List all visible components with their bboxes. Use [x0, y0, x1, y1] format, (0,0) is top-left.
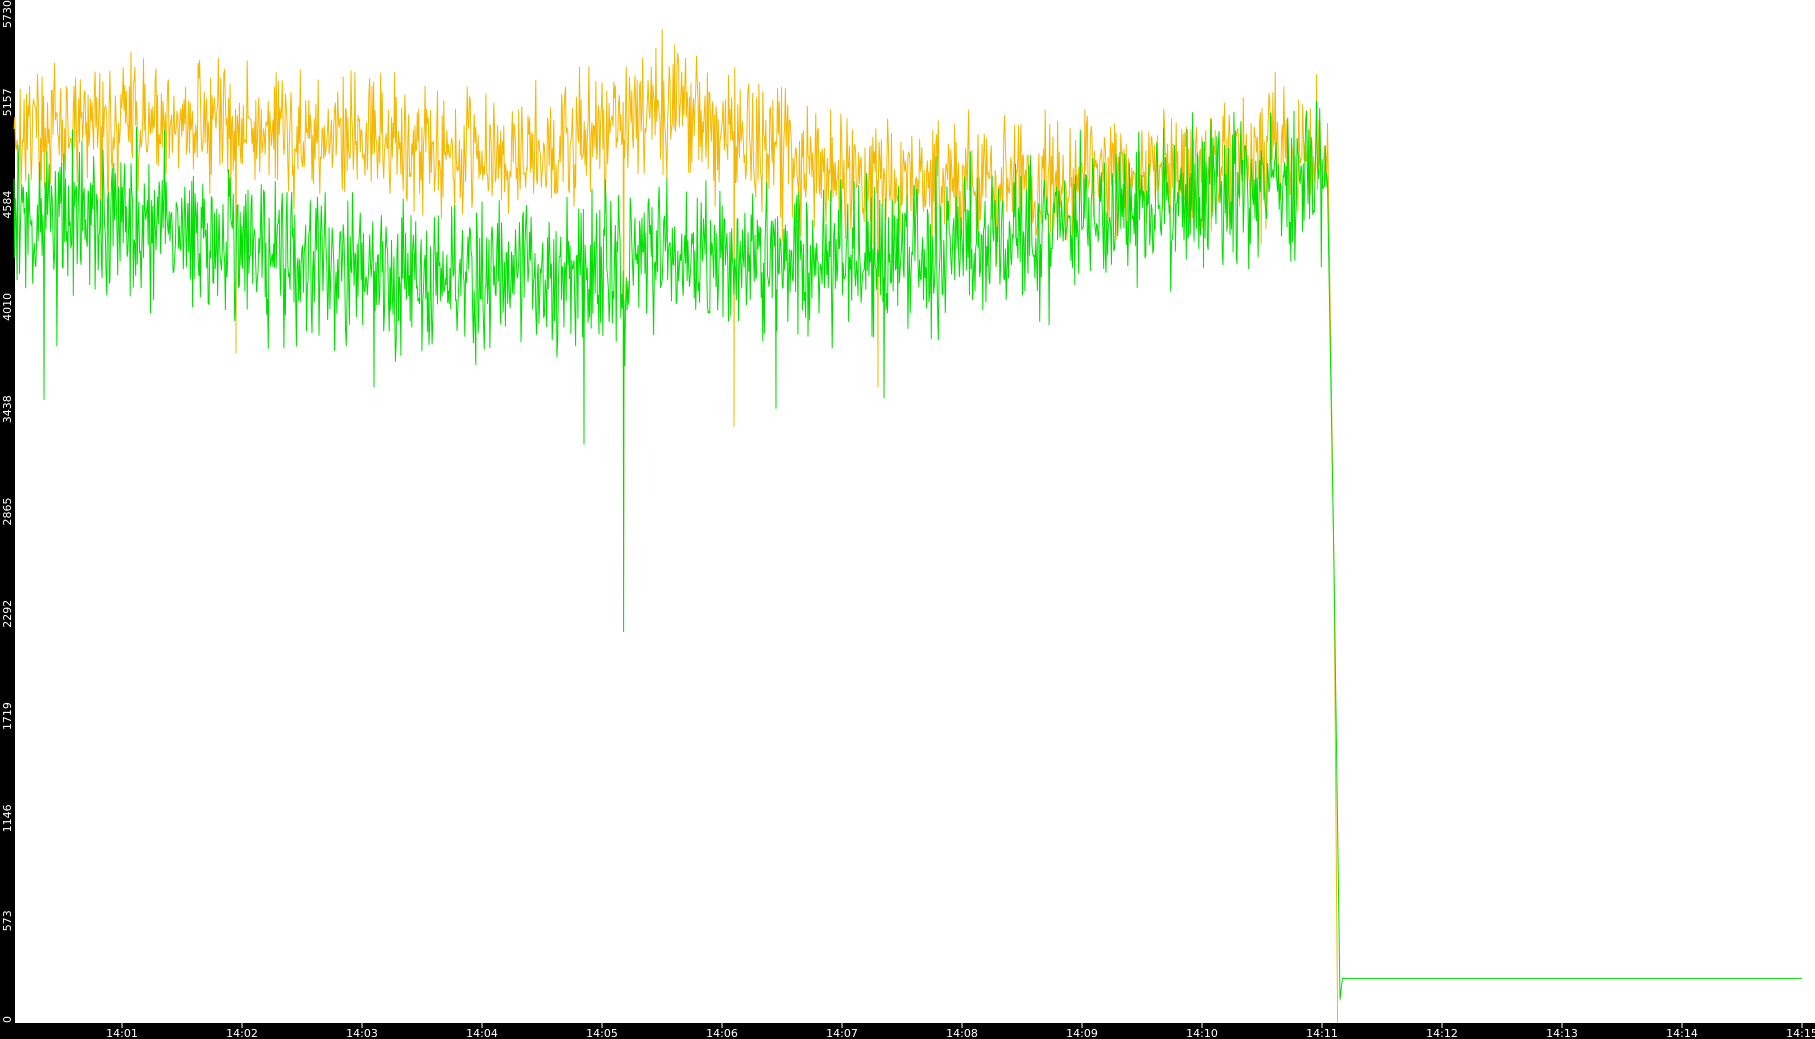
y-tick-label: 4584	[1, 191, 14, 219]
x-tick-label: 14:14	[1666, 1027, 1698, 1039]
y-tick-label: 1719	[1, 702, 14, 730]
x-tick-label: 14:07	[826, 1027, 858, 1039]
chart: 0 573 1146 1719 2292 2865 3438 4010 4584 5157 5730…	[0, 0, 1815, 1039]
x-tick-label: 14:08	[946, 1027, 978, 1039]
y-tick-label: 573	[1, 910, 14, 931]
y-tick-label: 5730	[1, 0, 14, 28]
y-tick-label: 5157	[1, 88, 14, 116]
y-tick-label: 1146	[1, 804, 14, 832]
x-tick-label: 14:01	[106, 1027, 138, 1039]
y-tick-label: 2865	[1, 498, 14, 526]
y-tick-label: 2292	[1, 600, 14, 628]
plot-area	[15, 0, 1815, 1023]
y-tick-label: 4010	[1, 293, 14, 321]
x-tick-label: 14:10	[1186, 1027, 1218, 1039]
x-tick-label: 14:11	[1306, 1027, 1338, 1039]
x-tick-label: 14:13	[1546, 1027, 1578, 1039]
x-tick-label: 14:12	[1426, 1027, 1458, 1039]
y-tick-label: 3438	[1, 395, 14, 423]
x-tick-label: 14:06	[706, 1027, 738, 1039]
x-tick-label: 14:03	[346, 1027, 378, 1039]
x-tick-label: 14:09	[1066, 1027, 1098, 1039]
y-tick-label: 0	[1, 1016, 14, 1023]
x-tick-label: 14:04	[466, 1027, 498, 1039]
x-tick-label: 14:05	[586, 1027, 618, 1039]
x-tick-label: 14:15	[1786, 1027, 1815, 1039]
chart-svg: 0 573 1146 1719 2292 2865 3438 4010 4584 5157 5730…	[0, 0, 1815, 1039]
x-tick-label: 14:02	[226, 1027, 258, 1039]
